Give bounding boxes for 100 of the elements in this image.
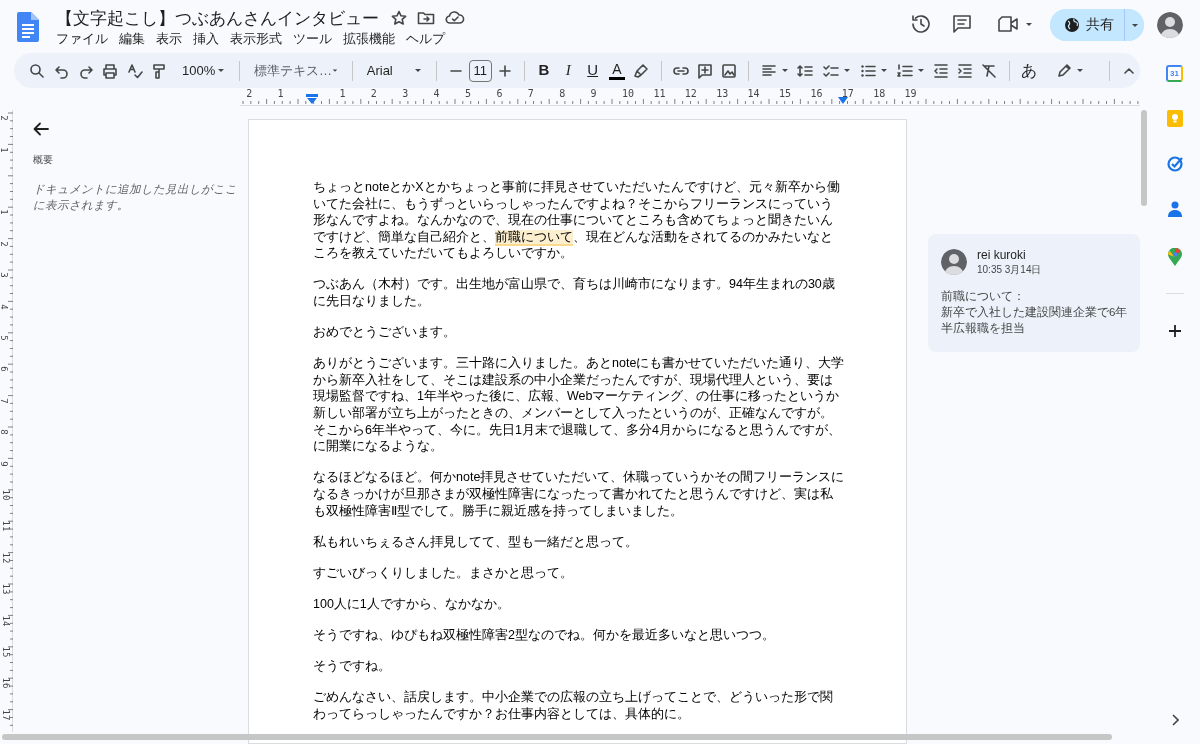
indent-marker-icon[interactable] xyxy=(306,94,318,104)
menu-item[interactable]: ヘルプ xyxy=(400,30,450,48)
text-color-button[interactable]: A xyxy=(605,57,629,84)
document-paragraph: ちょっとnoteとかXとかちょっと事前に拝見させていただいたんですけど、元々新卒から働いてた会社に、もうずっといらっしゃったんですよね？そこからフリーランスにっていう形なんですよね。なんかなので、現在の仕事についてところも含めてちょっと聞きたいんですけど、簡単な自己紹介と、前職について、現在どんな活動をされてるのかみたいなところを教えていただいてもよろしいですか。 xyxy=(313,179,841,262)
caret-icon xyxy=(413,68,422,73)
document-paragraph: そうですね。 xyxy=(313,657,392,675)
caret-icon xyxy=(217,68,226,73)
italic-button[interactable]: I xyxy=(557,57,580,84)
docs-logo-icon[interactable] xyxy=(17,12,39,42)
menu-item[interactable]: 編集 xyxy=(113,30,150,48)
ruler-number: 1 xyxy=(277,89,284,99)
cloud-saved-icon[interactable] xyxy=(445,10,465,26)
add-comment-icon xyxy=(695,61,714,80)
insert-image-icon xyxy=(720,61,739,80)
add-icon[interactable] xyxy=(1168,324,1182,338)
comment-card[interactable]: rei kuroki 10:35 3月14日 前職について： 新卒で入社した建設関連企業で6年半広報職を担当 xyxy=(928,234,1140,352)
ruler-number: 7 xyxy=(527,89,534,99)
ruler-number: 12 xyxy=(684,89,697,99)
move-folder-icon[interactable] xyxy=(417,10,435,26)
ruler-number: 10 xyxy=(1,489,12,501)
caret-icon xyxy=(916,68,925,73)
document-paragraph: なるほどなるほど。何かnote拝見させていただいて、休職っていうかその間フリーランスになるきっかけが旦那さまが双極性障害になったって書かれてたと思うんですけど、実は私も双極性障害Ⅱ型でして。勝手に親近感を持ってしまいました。 xyxy=(313,469,845,520)
input-tools-button[interactable]: あ xyxy=(1017,57,1040,84)
vertical-scrollbar[interactable] xyxy=(1141,110,1147,206)
document-paragraph: ありがとうございます。三十路に入りました。あとnoteにも書かせていただいた通り、大学から新卒入社をして、そこは建設系の中小企業だったんですが、現場代理人という、要は現場監督ですね、1年半やった後に、広報、Webマーケティング、の仕事に移ったというか新しい部署が立ち上がったときの、メンバーとして入ったというのが、正確なんですが。そこから6年半やって、今に。先日1月末で退職して、多分4月からになると思うんですが、に開業になるような。 xyxy=(313,355,845,455)
document-paragraph: 私もれいちぇるさん拝見してて、型も一緒だと思って。 xyxy=(313,533,639,551)
menu-item[interactable]: ツール xyxy=(287,30,337,48)
clear-formatting-icon xyxy=(980,61,999,80)
ruler-number: 1 xyxy=(0,209,9,216)
ruler-number: 2 xyxy=(0,241,9,247)
ruler-number: 14 xyxy=(747,89,760,99)
tasks-check-icon[interactable] xyxy=(1167,156,1183,172)
horizontal-scrollbar[interactable] xyxy=(2,734,1112,740)
increase-indent-icon xyxy=(956,61,975,80)
document-paragraph: おめでとうございます。 xyxy=(313,324,457,341)
indent-marker-icon[interactable] xyxy=(838,97,848,104)
expand-chevron-icon[interactable] xyxy=(1171,714,1179,726)
user-avatar[interactable] xyxy=(1157,12,1183,38)
version-history-icon[interactable] xyxy=(910,13,932,35)
ruler-number: 11 xyxy=(1,520,12,532)
map-pin-icon[interactable] xyxy=(1168,248,1182,266)
ruler-number: 4 xyxy=(0,303,9,310)
caret-icon xyxy=(1075,68,1084,73)
underline-button[interactable]: U xyxy=(581,57,604,84)
ruler-number: 13 xyxy=(1,583,12,595)
ruler-number: 1 xyxy=(0,147,9,153)
ruler-number: 17 xyxy=(841,89,854,99)
ruler-number: 2 xyxy=(246,89,253,99)
contacts-person-icon[interactable] xyxy=(1168,201,1182,217)
ruler-number: 10 xyxy=(622,89,635,99)
star-icon[interactable] xyxy=(391,10,407,26)
ruler-number: 13 xyxy=(716,89,729,99)
collapse-toolbar-icon xyxy=(1123,67,1134,74)
decrease-indent-icon xyxy=(931,61,950,80)
ruler-number: 1 xyxy=(339,89,346,99)
document-paragraph: ごめんなさい、話戻します。中小企業での広報の立ち上げってことで、どういった形で関わってらっしゃったんですか？お仕事内容としては、具体的に。 xyxy=(313,689,834,723)
ruler-number: 3 xyxy=(0,272,9,278)
bold-button[interactable]: B xyxy=(532,57,556,84)
decrease-font-size-icon xyxy=(449,69,462,72)
ruler-number: 16 xyxy=(810,89,823,99)
menu-item[interactable]: ファイル xyxy=(50,30,113,48)
ruler-number: 9 xyxy=(0,460,9,467)
font-dropdown[interactable]: Arial xyxy=(360,57,428,84)
highlight-color-icon xyxy=(632,61,651,80)
document-title[interactable]: 【文字起こし】つぶあんさんインタビュー xyxy=(56,6,379,30)
ruler-number: 9 xyxy=(590,89,597,99)
ruler-number: 7 xyxy=(0,398,9,404)
ruler-number: 2 xyxy=(0,115,9,121)
ruler-number: 17 xyxy=(1,709,12,721)
calendar-app-icon[interactable]: 31 xyxy=(1166,65,1183,82)
commenter-avatar xyxy=(941,249,967,275)
ruler-number: 15 xyxy=(779,89,792,99)
menu-item[interactable]: 表示形式 xyxy=(224,30,287,48)
document-paragraph: つぶあん（木村）です。出生地が富山県で、育ちは川崎市になります。94年生まれの30歳に先日なりました。 xyxy=(313,276,836,310)
ruler-number: 5 xyxy=(465,89,472,99)
comment-history-icon[interactable] xyxy=(951,13,973,35)
menu-item[interactable]: 表示 xyxy=(150,30,187,48)
video-camera-icon xyxy=(997,15,1019,33)
ruler-number: 16 xyxy=(1,677,12,689)
ruler-number: 14 xyxy=(1,615,12,626)
outline-hint: ドキュメントに追加した見出しがここに表示されます。 xyxy=(33,182,238,213)
font-size-field[interactable]: 11 xyxy=(468,59,492,82)
caret-icon xyxy=(331,68,338,73)
style-dropdown[interactable]: 標準テキス… xyxy=(247,57,344,84)
comment-time: 10:35 3月14日 xyxy=(977,263,1042,276)
comment-author: rei kuroki xyxy=(977,248,1027,263)
ruler-number: 8 xyxy=(559,89,566,99)
numbered-list-icon xyxy=(895,61,914,80)
print-icon xyxy=(101,61,120,80)
menu-item[interactable]: 挿入 xyxy=(187,30,224,48)
back-arrow-icon[interactable] xyxy=(32,120,50,138)
ruler-number: 15 xyxy=(1,646,12,658)
ruler-number: 19 xyxy=(904,89,917,99)
menu-item[interactable]: 拡張機能 xyxy=(337,30,400,48)
ruler-number: 3 xyxy=(402,89,409,99)
zoom-dropdown[interactable]: 100% xyxy=(176,57,232,84)
document-paragraph: 100人に1人ですから、なかなか。 xyxy=(313,595,511,613)
comment-text: 前職について： xyxy=(941,289,1026,304)
caret-icon xyxy=(781,68,790,73)
caret-icon xyxy=(1130,22,1139,28)
